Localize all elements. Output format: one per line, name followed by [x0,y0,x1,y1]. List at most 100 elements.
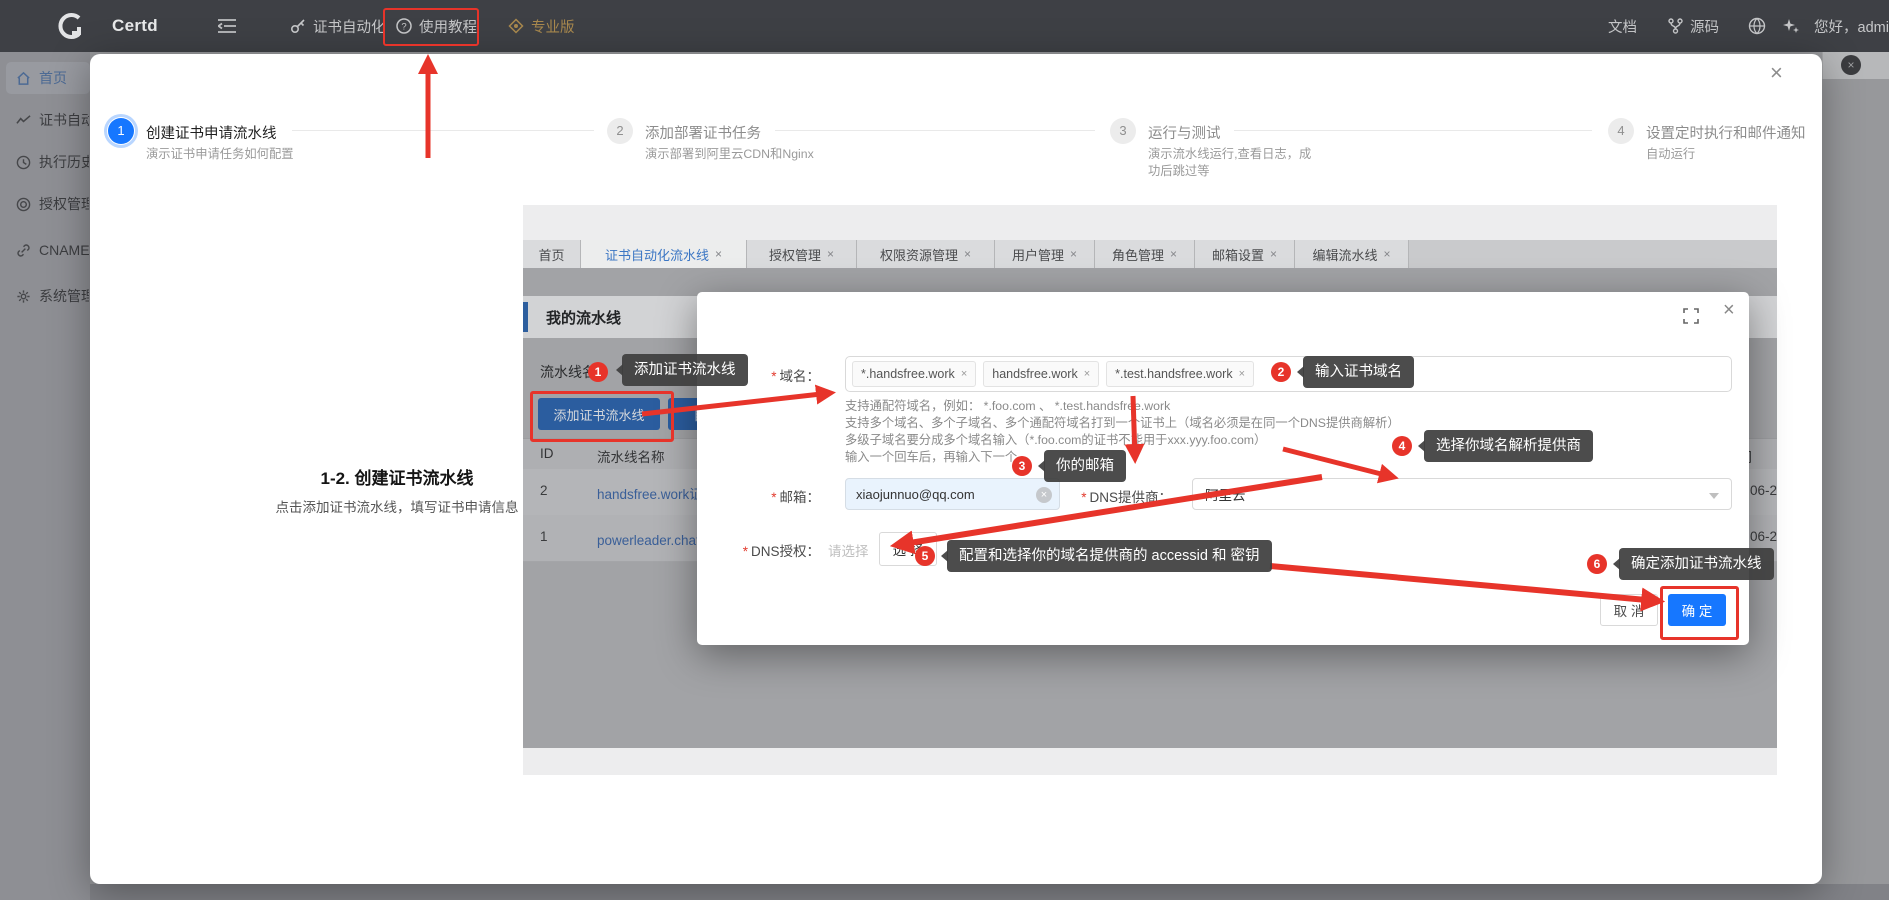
cell-time: 06-27 [1750,483,1777,498]
sidebar-item-history[interactable]: 执行历史 [6,146,90,178]
sidebar-item-home[interactable]: 首页 [6,62,90,94]
domain-tag[interactable]: *.handsfree.work × [852,361,976,387]
tab-home[interactable]: 首页 [523,240,581,268]
tab-email-settings[interactable]: 邮箱设置 × [1195,240,1295,268]
required-mark: * [1081,490,1086,505]
sidebar-item-system[interactable]: 系统管理 [6,280,90,312]
cell-id: 1 [540,529,548,544]
svg-text:?: ? [401,22,406,33]
annotation-badge-2: 2 [1271,362,1291,382]
required-mark: * [743,544,748,559]
nav-item-docs[interactable]: 文档 [1608,0,1637,52]
label-text: DNS授权： [751,544,820,559]
step-2-number: 2 [607,118,633,144]
nav-item-label: 专业版 [531,16,575,37]
step-4-number: 4 [1608,118,1634,144]
user-greeting[interactable]: 您好，admin [1814,0,1889,52]
tab-permission[interactable]: 权限资源管理 × [857,240,995,268]
tab-close-icon[interactable]: × [715,247,722,261]
home-icon [16,71,31,86]
step-connector [1234,130,1592,131]
tab-label: 用户管理 [1012,245,1064,264]
tag-close-icon[interactable]: × [1239,363,1245,385]
tab-authorization[interactable]: 授权管理 × [747,240,857,268]
tab-close-icon[interactable]: × [1384,247,1391,261]
cell-id: 2 [540,483,548,498]
tab-close-icon[interactable]: × [1070,247,1077,261]
email-input[interactable]: xiaojunnuo@qq.com × [845,478,1060,510]
step-3-title: 运行与测试 [1148,122,1221,143]
annotation-tooltip-3: 你的邮箱 [1044,450,1126,482]
sidebar-item-label: 证书自动化 [39,110,89,130]
tag-text: handsfree.work [992,363,1077,385]
tab-label: 邮箱设置 [1212,245,1264,264]
cancel-button[interactable]: 取 消 [1600,594,1658,626]
dns-auth-placeholder: 请选择 [828,540,869,560]
tab-label: 证书自动化流水线 [605,245,709,264]
close-all-tabs-button[interactable]: × [1841,55,1861,75]
chevron-down-icon [1709,493,1719,499]
tab-label: 授权管理 [769,245,821,264]
tab-label: 编辑流水线 [1312,245,1377,264]
sparkles-icon [1782,17,1800,35]
domain-tag[interactable]: *.test.handsfree.work × [1106,361,1254,387]
annotation-tooltip-4: 选择你域名解析提供商 [1424,430,1593,462]
link-icon [16,243,31,258]
tab-edit-pipeline[interactable]: 编辑流水线 × [1295,240,1409,268]
step-3-desc: 演示流水线运行,查看日志，成功后跳过等 [1148,146,1318,180]
tab-label: 首页 [538,245,564,264]
tab-cert-pipeline[interactable]: 证书自动化流水线 × [581,240,747,268]
nav-item-pro[interactable]: 专业版 [508,0,575,52]
nav-item-label: 文档 [1608,16,1637,37]
nav-item-source[interactable]: 源码 [1668,0,1719,52]
add-pipeline-dialog: × *域名： *.handsfree.work × handsfree.work… [697,292,1749,645]
dialog-close-icon[interactable]: × [1723,299,1735,322]
nav-item-cert-automation[interactable]: 证书自动化 [290,0,386,52]
nav-item-label: 源码 [1690,16,1719,37]
tag-close-icon[interactable]: × [961,363,967,385]
tag-close-icon[interactable]: × [1084,363,1090,385]
nav-item-label: 证书自动化 [313,16,386,37]
sidebar-item-cname[interactable]: CNAME [6,234,90,266]
domain-help-line: 支持多个域名、多个子域名、多个通配符域名打到一个证书上（域名必须是在同一个DNS… [845,415,1400,432]
fullscreen-icon[interactable] [1683,308,1699,324]
clear-icon[interactable]: × [1036,487,1052,503]
sidebar-item-authorization[interactable]: 授权管理 [6,188,90,220]
tab-close-icon[interactable]: × [1170,247,1177,261]
step-1-number: 1 [108,118,134,144]
git-fork-icon [1668,18,1683,34]
vip-badge-icon [508,18,524,34]
gear-icon [16,289,31,304]
email-value: xiaojunnuo@qq.com [856,487,975,502]
step-2-desc: 演示部署到阿里云CDN和Nginx [645,146,815,163]
tab-roles[interactable]: 角色管理 × [1095,240,1195,268]
language-button[interactable] [1748,0,1766,52]
add-pipeline-button[interactable]: 添加证书流水线 [538,398,660,430]
tab-close-icon[interactable]: × [1270,247,1277,261]
clock-icon [16,155,31,170]
required-mark: * [771,369,776,384]
theme-button[interactable] [1782,0,1800,52]
nav-item-tutorial[interactable]: ? 使用教程 [396,0,477,52]
dns-provider-select[interactable]: 阿里云 [1192,478,1732,510]
sidebar-fold-button[interactable] [218,0,236,52]
domain-help-line: 支持通配符域名，例如： *.foo.com 、 *.test.handsfree… [845,398,1170,415]
domain-help-line: 输入一个回车后，再输入下一个 [845,449,1017,466]
sidebar: 首页 证书自动化 执行历史 授权管理 CNAME 系统管理 [0,52,90,900]
tab-users[interactable]: 用户管理 × [995,240,1095,268]
step-connector [775,130,1095,131]
domain-tag[interactable]: handsfree.work × [983,361,1099,387]
sidebar-item-label: 系统管理 [39,286,89,306]
tutorial-close-icon[interactable]: × [1770,60,1783,86]
ok-button[interactable]: 确 定 [1668,594,1726,626]
domain-help-line: 多级子域名要分成多个域名输入（*.foo.com的证书不能用于xxx.yyy.f… [845,432,1266,449]
annotation-tooltip-6: 确定添加证书流水线 [1619,548,1774,580]
tab-close-icon[interactable]: × [827,247,834,261]
guide-body: 点击添加证书流水线，填写证书申请信息 [232,496,562,516]
sidebar-item-cert-automation[interactable]: 证书自动化 [6,104,90,136]
tab-close-icon[interactable]: × [964,247,971,261]
top-navbar: Certd 证书自动化 ? 使用教程 专业版 文档 [0,0,1889,52]
step-4-desc: 自动运行 [1646,146,1816,163]
embedded-tabbar: 首页 证书自动化流水线 × 授权管理 × 权限资源管理 × 用户管理 × 角色管… [523,240,1777,269]
pulse-chart-icon [16,113,31,128]
